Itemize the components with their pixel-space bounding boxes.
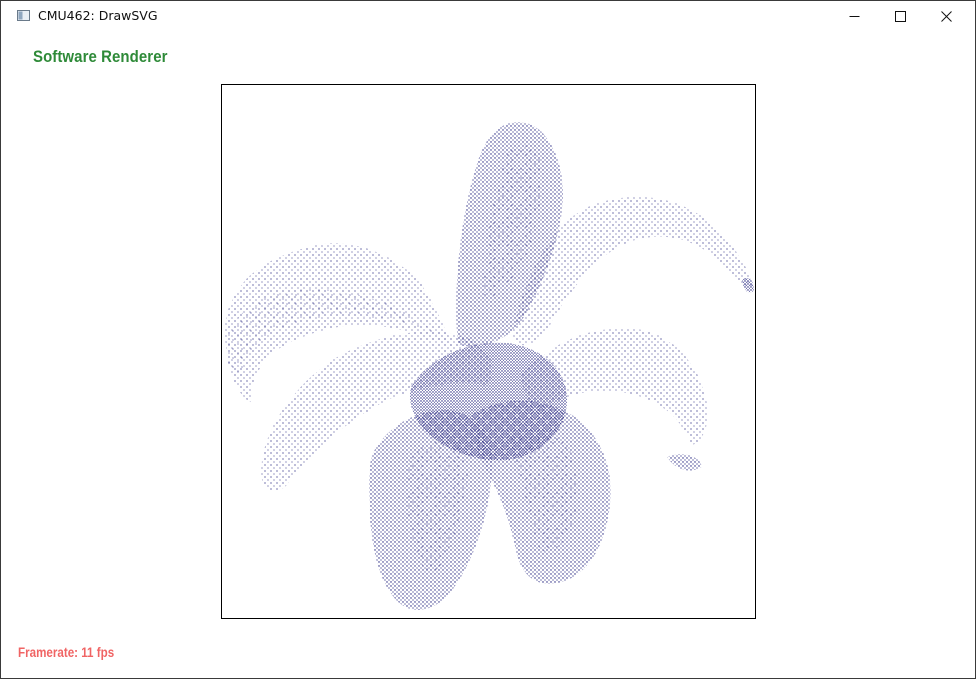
maximize-icon bbox=[894, 10, 906, 22]
framerate-readout: Framerate: 11 fps bbox=[18, 645, 115, 660]
renderer-label: Software Renderer bbox=[33, 47, 168, 66]
title-bar[interactable]: CMU462: DrawSVG bbox=[1, 1, 975, 31]
client-area[interactable]: Software Renderer Framerate: 11 fps bbox=[10, 31, 966, 671]
window-title: CMU462: DrawSVG bbox=[38, 8, 158, 23]
petal-right-tip bbox=[667, 454, 702, 471]
close-icon bbox=[940, 10, 952, 22]
app-icon bbox=[17, 10, 30, 21]
drawing-canvas[interactable] bbox=[221, 84, 756, 619]
close-button[interactable] bbox=[923, 1, 969, 31]
maximize-button[interactable] bbox=[877, 1, 923, 31]
petal-upper-right-tip bbox=[742, 278, 754, 293]
minimize-icon bbox=[849, 15, 859, 17]
minimize-button[interactable] bbox=[831, 1, 877, 31]
stippled-lily-image bbox=[225, 122, 754, 610]
app-window: CMU462: DrawSVG Software Renderer Framer… bbox=[0, 0, 976, 679]
